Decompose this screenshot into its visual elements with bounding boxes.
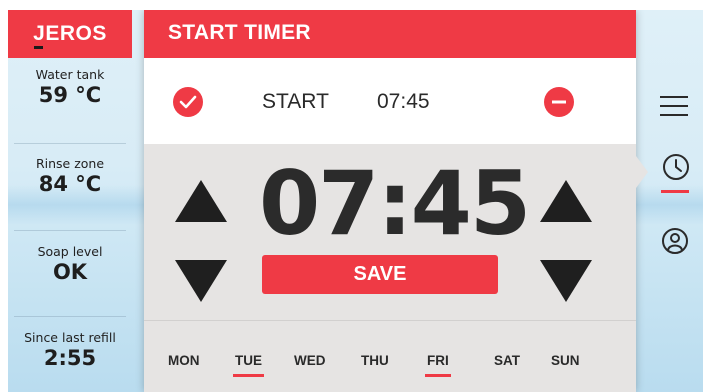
minus-icon: [552, 100, 566, 104]
stat-label: Rinse zone: [35, 156, 105, 171]
day-sat[interactable]: SAT: [494, 353, 520, 368]
panel-title: START TIMER: [168, 21, 311, 44]
day-wed[interactable]: WED: [294, 353, 326, 368]
sidebar: JEROS Water tank 59 °C Rinse zone 84 °C …: [8, 10, 132, 392]
day-label: WED: [294, 353, 326, 368]
day-label: MON: [168, 353, 200, 368]
day-label: SAT: [494, 353, 520, 368]
start-row: START 07:45: [144, 58, 636, 144]
day-thu[interactable]: THU: [361, 353, 389, 368]
user-icon[interactable]: [660, 226, 690, 256]
panel-pointer: [636, 156, 648, 188]
stat-label: Water tank: [35, 67, 105, 82]
start-time: 07:45: [377, 90, 430, 113]
start-timer-panel: START TIMER START 07:45 07:45 SAVE MON T…: [144, 10, 636, 392]
stat-rinse-zone: Rinse zone 84 °C: [8, 156, 132, 197]
confirm-button[interactable]: [173, 87, 203, 117]
selected-underline: [233, 374, 264, 377]
divider: [14, 230, 126, 231]
hour-down-arrow-icon[interactable]: [175, 260, 227, 302]
day-tue[interactable]: TUE: [233, 353, 264, 377]
day-label: SUN: [551, 353, 580, 368]
day-label: FRI: [427, 353, 449, 368]
brand-underline: [34, 46, 44, 49]
start-label: START: [262, 90, 329, 113]
brand-logo: JEROS: [33, 22, 107, 49]
day-label: TUE: [235, 353, 262, 368]
stat-label: Soap level: [37, 244, 103, 259]
remove-button[interactable]: [544, 87, 574, 117]
brand-text: JEROS: [33, 22, 107, 45]
divider: [14, 316, 126, 317]
day-fri[interactable]: FRI: [425, 353, 451, 377]
stat-value: OK: [52, 260, 88, 284]
stat-label: Since last refill: [24, 330, 116, 345]
day-sun[interactable]: SUN: [551, 353, 580, 368]
app-screen: JEROS Water tank 59 °C Rinse zone 84 °C …: [8, 10, 703, 392]
stat-value: 59 °C: [38, 83, 102, 107]
time-editor: 07:45 SAVE: [144, 144, 636, 320]
day-selector: MON TUE WED THU FRI SAT SUN: [144, 320, 636, 392]
hour-up-arrow-icon[interactable]: [175, 180, 227, 222]
day-label: THU: [361, 353, 389, 368]
brand-bar: JEROS: [8, 10, 132, 58]
day-mon[interactable]: MON: [168, 353, 200, 368]
save-button[interactable]: SAVE: [262, 255, 498, 294]
selected-underline: [425, 374, 451, 377]
stat-soap-level: Soap level OK: [8, 244, 132, 285]
minute-down-arrow-icon[interactable]: [540, 260, 592, 302]
stat-water-tank: Water tank 59 °C: [8, 67, 132, 108]
divider: [14, 143, 126, 144]
check-icon: [179, 95, 197, 109]
menu-icon[interactable]: [658, 94, 690, 118]
stat-value: 84 °C: [38, 172, 102, 196]
panel-header: START TIMER: [144, 10, 636, 58]
active-nav-underline: [661, 190, 689, 193]
timer-display: 07:45: [258, 152, 531, 255]
clock-icon[interactable]: [661, 152, 691, 182]
minute-up-arrow-icon[interactable]: [540, 180, 592, 222]
stat-value: 2:55: [43, 346, 97, 370]
stat-since-last-refill: Since last refill 2:55: [8, 330, 132, 371]
